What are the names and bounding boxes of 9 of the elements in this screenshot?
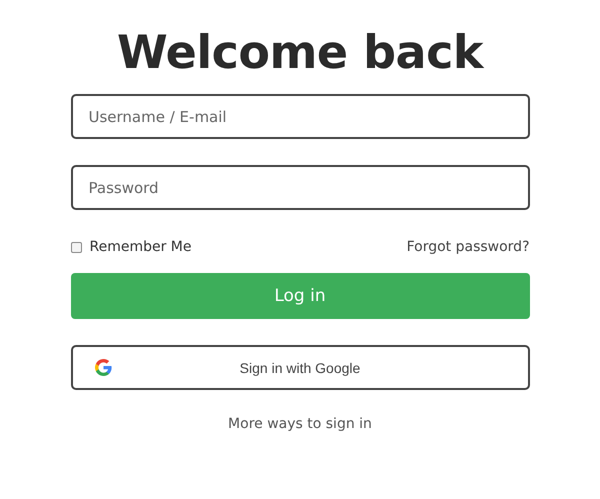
remember-checkbox[interactable] bbox=[70, 242, 82, 252]
google-sign-in-button[interactable]: Sign in with Google bbox=[70, 345, 530, 390]
page-title: Welcome back bbox=[116, 24, 486, 80]
username-field[interactable]: Username / E-mail bbox=[70, 94, 530, 139]
password-field[interactable]: Password bbox=[70, 165, 530, 210]
more-sign-in-options-link[interactable]: More ways to sign in bbox=[228, 416, 372, 432]
forgot-password-link[interactable]: Forgot password? bbox=[406, 239, 530, 255]
remember-label: Remember Me bbox=[90, 239, 192, 255]
google-g-icon bbox=[94, 359, 112, 376]
